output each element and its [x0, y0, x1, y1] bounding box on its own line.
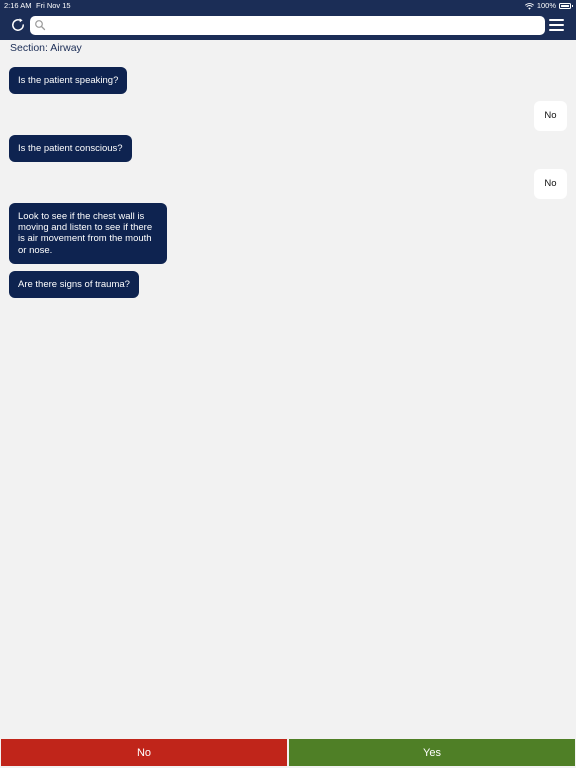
question-bubble: Look to see if the chest wall is moving …: [9, 203, 167, 264]
section-title: Section: Airway: [10, 42, 82, 54]
answer-bubble: No: [534, 169, 567, 199]
refresh-icon: [12, 18, 24, 31]
battery-icon: [559, 3, 573, 9]
refresh-button[interactable]: [9, 16, 27, 34]
status-right: 100%: [524, 0, 573, 12]
battery-percent: 100%: [536, 1, 556, 10]
question-bubble: Is the patient speaking?: [9, 67, 128, 95]
wifi-icon: [524, 2, 534, 10]
no-button[interactable]: No: [1, 739, 287, 766]
menu-icon-line: [549, 24, 564, 26]
status-bar: 2:16 AM Fri Nov 15 100%: [0, 0, 576, 12]
search-bar: [30, 16, 545, 35]
status-time: 2:16 AM: [4, 1, 32, 10]
menu-icon-line: [549, 19, 564, 21]
menu-icon-line: [549, 29, 564, 31]
search-icon: [35, 20, 46, 31]
question-bubble: Is the patient conscious?: [9, 135, 132, 163]
answer-bubble: No: [534, 101, 567, 131]
yes-button[interactable]: Yes: [289, 739, 575, 766]
menu-button[interactable]: [549, 18, 565, 32]
app-header: 2:16 AM Fri Nov 15 100%: [0, 0, 576, 40]
status-date: Fri Nov 15: [36, 1, 71, 10]
search-input[interactable]: [48, 16, 538, 35]
question-bubble: Are there signs of trauma?: [9, 271, 139, 299]
